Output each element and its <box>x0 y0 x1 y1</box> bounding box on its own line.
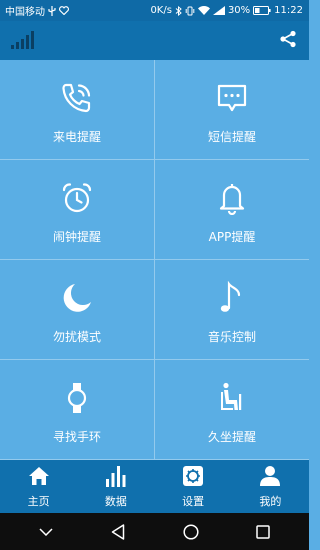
feature-label: APP提醒 <box>208 230 256 244</box>
music-note-icon <box>212 278 252 318</box>
sedentary-reminder-tile[interactable]: 久坐提醒 <box>155 360 309 460</box>
battery-icon <box>253 6 271 15</box>
phone-ringing-icon <box>57 78 97 118</box>
alarm-clock-icon <box>57 178 97 218</box>
alarm-reminder-tile[interactable]: 闹钟提醒 <box>0 160 155 260</box>
do-not-disturb-tile[interactable]: 勿扰模式 <box>0 260 155 360</box>
recents-icon[interactable] <box>243 517 283 547</box>
feature-label: 寻找手环 <box>52 430 101 444</box>
feature-label: 来电提醒 <box>52 130 101 144</box>
status-bar: 中国移动 0K/s 30% 11:22 <box>0 0 309 21</box>
heart-icon <box>59 6 69 15</box>
bottom-nav: 主页 数据 设置 我的 <box>0 460 309 513</box>
signal-bars-icon <box>10 28 38 54</box>
user-icon <box>257 464 283 488</box>
carrier-label: 中国移动 <box>5 7 45 18</box>
battery-percent-label: 30% <box>227 5 251 16</box>
feature-label: 久坐提醒 <box>207 430 256 444</box>
sitting-person-icon <box>212 378 252 418</box>
settings-icon <box>180 464 206 488</box>
status-left: 中国移动 <box>5 3 69 18</box>
nav-mine[interactable]: 我的 <box>232 460 309 513</box>
cell-signal-icon <box>212 6 225 15</box>
bluetooth-icon <box>175 5 182 16</box>
nav-data[interactable]: 数据 <box>77 460 154 513</box>
back-icon[interactable] <box>98 517 138 547</box>
nav-label: 我的 <box>259 495 282 508</box>
bell-icon <box>212 178 252 218</box>
moon-icon <box>57 278 97 318</box>
sms-reminder-tile[interactable]: 短信提醒 <box>155 60 309 160</box>
nav-settings[interactable]: 设置 <box>155 460 232 513</box>
feature-label: 短信提醒 <box>207 130 256 144</box>
nav-label: 设置 <box>182 495 205 508</box>
usb-icon <box>48 5 56 16</box>
watch-icon <box>57 378 97 418</box>
time-label: 11:22 <box>274 5 303 16</box>
nav-home[interactable]: 主页 <box>0 460 77 513</box>
vibrate-icon <box>185 6 195 16</box>
feature-grid: 来电提醒 短信提醒 闹钟提醒 APP提醒 勿扰模式 音乐控制 寻找手环 久坐提醒 <box>0 60 309 460</box>
share-icon[interactable] <box>279 30 297 52</box>
app-header <box>0 21 309 60</box>
call-reminder-tile[interactable]: 来电提醒 <box>0 60 155 160</box>
feature-label: 音乐控制 <box>207 330 256 344</box>
nav-label: 主页 <box>27 495 50 508</box>
system-nav-bar <box>0 513 309 550</box>
bar-chart-icon <box>103 464 129 488</box>
feature-label: 勿扰模式 <box>52 330 101 344</box>
status-right: 0K/s 30% 11:22 <box>150 5 303 16</box>
chevron-down-icon[interactable] <box>26 517 66 547</box>
app-reminder-tile[interactable]: APP提醒 <box>155 160 309 260</box>
nav-label: 数据 <box>104 495 127 508</box>
find-band-tile[interactable]: 寻找手环 <box>0 360 155 460</box>
net-speed-label: 0K/s <box>150 5 172 16</box>
music-control-tile[interactable]: 音乐控制 <box>155 260 309 360</box>
wifi-icon <box>197 6 210 15</box>
feature-label: 闹钟提醒 <box>52 230 101 244</box>
home-icon <box>26 464 52 488</box>
message-icon <box>212 78 252 118</box>
home-circle-icon[interactable] <box>171 517 211 547</box>
